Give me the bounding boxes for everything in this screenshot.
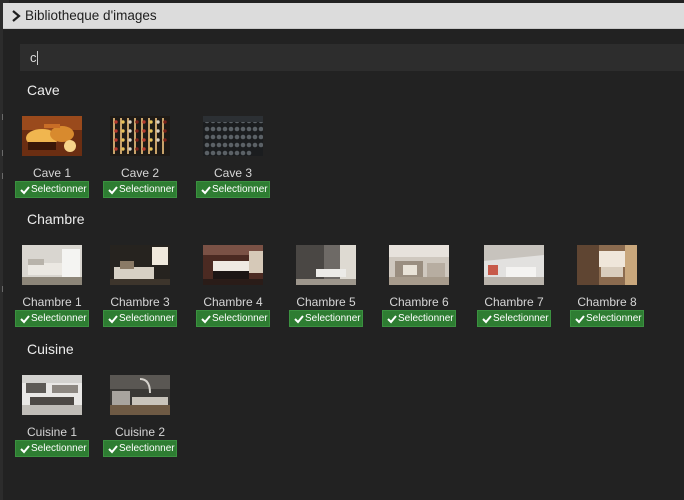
select-label: Selectionner <box>119 184 175 195</box>
select-label: Selectionner <box>398 313 454 324</box>
check-icon <box>387 315 397 324</box>
bedroom-photo-icon[interactable] <box>203 245 263 285</box>
check-icon <box>20 445 30 454</box>
select-label: Selectionner <box>305 313 361 324</box>
check-icon <box>20 315 30 324</box>
check-icon <box>108 445 118 454</box>
select-label: Selectionner <box>493 313 549 324</box>
panel-title: Bibliotheque d'images <box>25 8 157 23</box>
select-image-button[interactable]: Selectionner <box>15 181 89 198</box>
select-label: Selectionner <box>119 313 175 324</box>
image-caption: Cave 3 <box>213 166 253 180</box>
bedroom-photo-icon[interactable] <box>296 245 356 285</box>
select-image-button[interactable]: Selectionner <box>15 310 89 327</box>
bedroom-photo-icon[interactable] <box>389 245 449 285</box>
image-caption: Chambre 8 <box>577 295 637 309</box>
check-icon <box>201 186 211 195</box>
select-image-button[interactable]: Selectionner <box>477 310 551 327</box>
text-cursor <box>37 51 38 65</box>
kitchen-photo-icon[interactable] <box>110 375 170 415</box>
section-title: Cave <box>27 82 60 98</box>
select-label: Selectionner <box>31 184 87 195</box>
select-label: Selectionner <box>586 313 642 324</box>
select-image-button[interactable]: Selectionner <box>196 310 270 327</box>
chevron-right-icon[interactable] <box>10 9 22 23</box>
image-caption: Cuisine 2 <box>114 425 166 439</box>
image-library-panel: Bibliotheque d'images CaveCave 1Selectio… <box>3 3 684 500</box>
check-icon <box>575 315 585 324</box>
section-title: Cuisine <box>27 341 74 357</box>
select-image-button[interactable]: Selectionner <box>382 310 456 327</box>
search-input[interactable] <box>20 44 684 71</box>
select-label: Selectionner <box>212 313 268 324</box>
check-icon <box>20 186 30 195</box>
check-icon <box>108 315 118 324</box>
check-icon <box>482 315 492 324</box>
section-title: Chambre <box>27 211 85 227</box>
bedroom-photo-icon[interactable] <box>22 245 82 285</box>
bottle-wall-photo-icon[interactable] <box>203 116 263 156</box>
select-image-button[interactable]: Selectionner <box>570 310 644 327</box>
select-label: Selectionner <box>31 443 87 454</box>
check-icon <box>294 315 304 324</box>
select-image-button[interactable]: Selectionner <box>196 181 270 198</box>
check-icon <box>108 186 118 195</box>
wine-rack-photo-icon[interactable] <box>110 116 170 156</box>
select-image-button[interactable]: Selectionner <box>289 310 363 327</box>
kitchen-photo-icon[interactable] <box>22 375 82 415</box>
select-label: Selectionner <box>212 184 268 195</box>
bedroom-photo-icon[interactable] <box>110 245 170 285</box>
select-image-button[interactable]: Selectionner <box>103 440 177 457</box>
check-icon <box>201 315 211 324</box>
select-label: Selectionner <box>31 313 87 324</box>
panel-header[interactable]: Bibliotheque d'images <box>3 3 684 29</box>
bedroom-photo-icon[interactable] <box>577 245 637 285</box>
select-image-button[interactable]: Selectionner <box>103 310 177 327</box>
cave-photo-icon[interactable] <box>22 116 82 156</box>
select-label: Selectionner <box>119 443 175 454</box>
select-image-button[interactable]: Selectionner <box>103 181 177 198</box>
bedroom-photo-icon[interactable] <box>484 245 544 285</box>
select-image-button[interactable]: Selectionner <box>15 440 89 457</box>
